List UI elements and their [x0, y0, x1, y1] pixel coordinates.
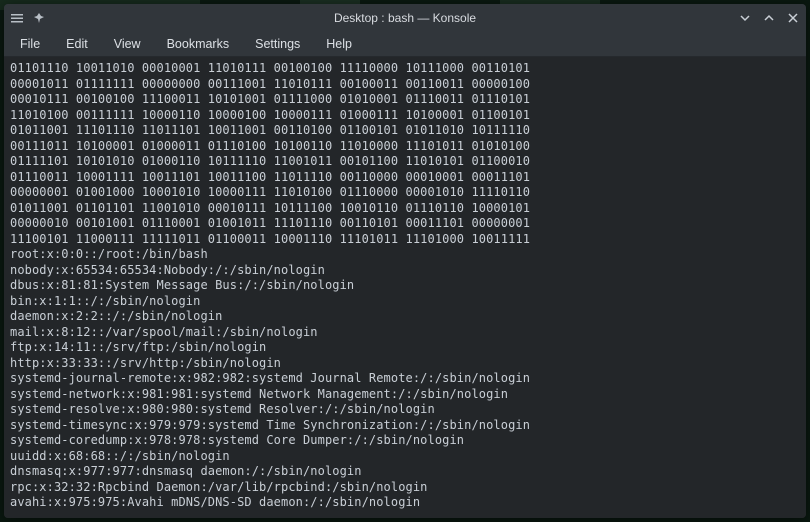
menu-bookmarks[interactable]: Bookmarks	[155, 34, 242, 54]
menu-edit[interactable]: Edit	[54, 34, 100, 54]
minimize-icon[interactable]	[738, 11, 752, 25]
close-icon[interactable]	[786, 11, 800, 25]
konsole-window: Desktop : bash — Konsole File Edit View …	[4, 4, 806, 518]
menubar: File Edit View Bookmarks Settings Help	[4, 32, 806, 57]
menu-file[interactable]: File	[8, 34, 52, 54]
menu-view[interactable]: View	[102, 34, 153, 54]
maximize-icon[interactable]	[762, 11, 776, 25]
pin-icon[interactable]	[32, 11, 46, 25]
titlebar[interactable]: Desktop : bash — Konsole	[4, 4, 806, 32]
terminal-output[interactable]: 01101110 10011010 00010001 11010111 0010…	[4, 57, 806, 518]
window-controls	[738, 11, 800, 25]
menu-help[interactable]: Help	[314, 34, 364, 54]
app-menu-icon[interactable]	[10, 11, 24, 25]
menu-settings[interactable]: Settings	[243, 34, 312, 54]
titlebar-left-icons	[10, 11, 46, 25]
window-title: Desktop : bash — Konsole	[4, 11, 806, 25]
